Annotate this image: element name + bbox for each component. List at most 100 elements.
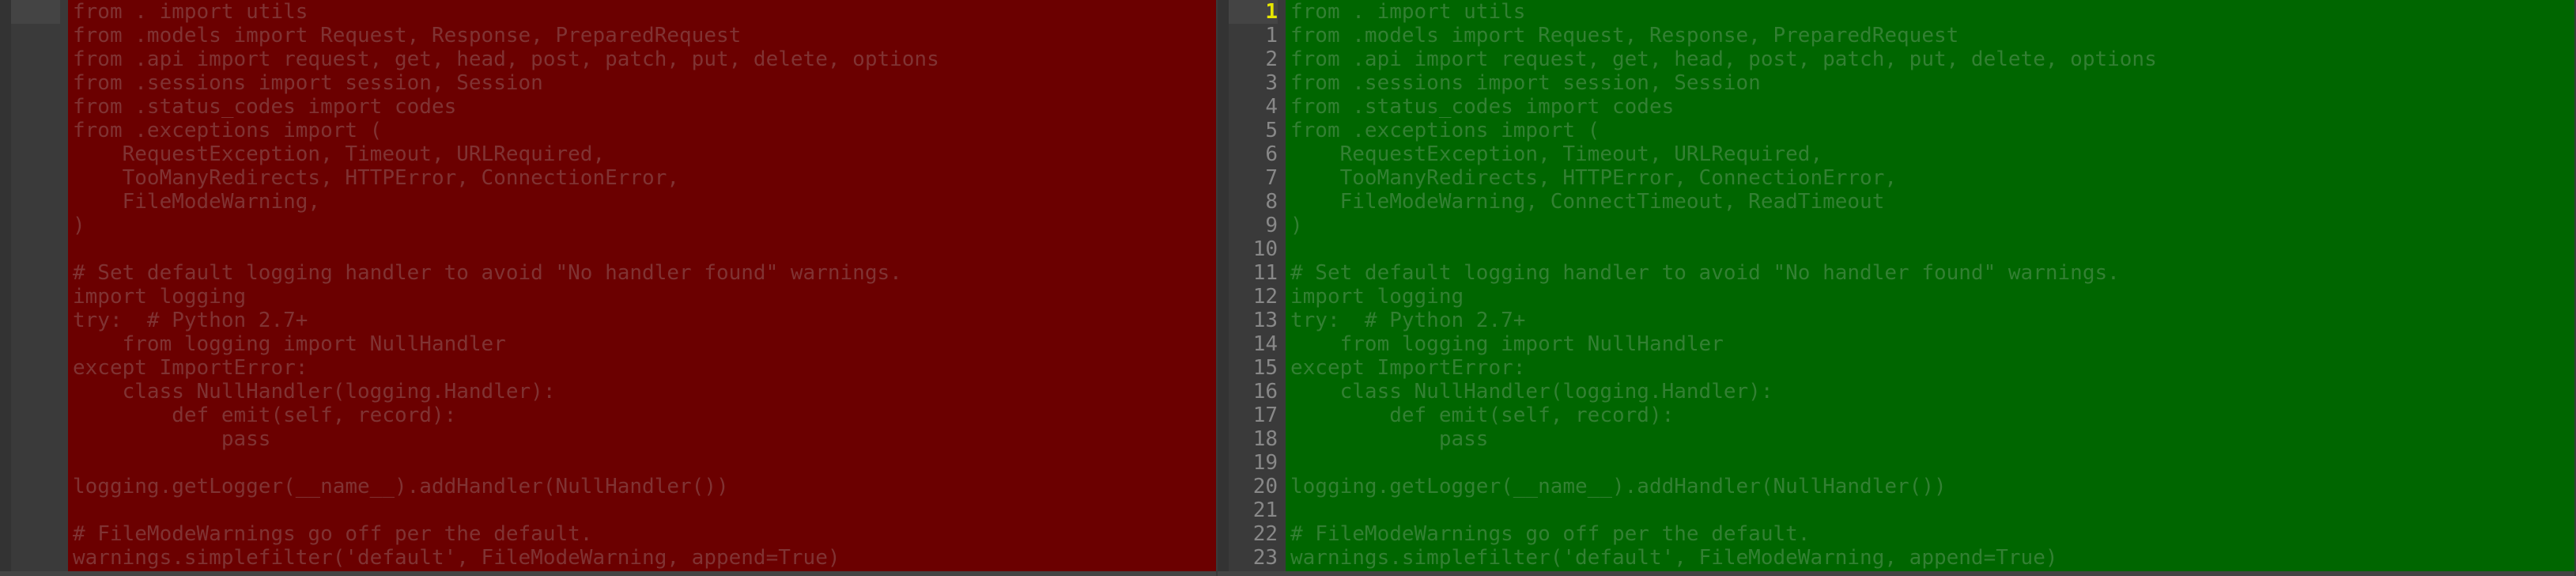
line-number: 12 (1229, 285, 1278, 309)
code-line: ) (1290, 214, 2574, 237)
gutter-left (11, 0, 68, 576)
line-number (11, 214, 60, 237)
scrollbar-right[interactable] (1218, 571, 2574, 576)
code-line: def emit(self, record): (73, 404, 1216, 427)
code-line: import logging (73, 285, 1216, 309)
code-line: # FileModeWarnings go off per the defaul… (1290, 522, 2574, 546)
line-number: 15 (1229, 356, 1278, 380)
line-number (11, 166, 60, 190)
code-line (1290, 451, 2574, 475)
code-line: from .api import request, get, head, pos… (73, 47, 1216, 71)
line-number (11, 190, 60, 214)
line-number: 11 (1229, 261, 1278, 285)
line-number (11, 237, 60, 261)
line-number (11, 47, 60, 71)
code-line: TooManyRedirects, HTTPError, ConnectionE… (1290, 166, 2574, 190)
line-number (11, 0, 60, 24)
code-line: from .sessions import session, Session (73, 71, 1216, 95)
line-number: 1 (1229, 24, 1278, 47)
line-number: 23 (1229, 546, 1278, 570)
line-number (11, 475, 60, 498)
line-number: 7 (1229, 166, 1278, 190)
line-number (11, 24, 60, 47)
code-line: from .models import Request, Response, P… (73, 24, 1216, 47)
code-line: RequestException, Timeout, URLRequired, (1290, 142, 2574, 166)
code-line: except ImportError: (1290, 356, 2574, 380)
left-pane[interactable]: from . import utilsfrom .models import R… (0, 0, 1218, 576)
line-number: 14 (1229, 332, 1278, 356)
scrollbar-left[interactable] (0, 571, 1216, 576)
line-number (11, 498, 60, 522)
code-line: from . import utils (1290, 0, 2574, 24)
code-line: from .models import Request, Response, P… (1290, 24, 2574, 47)
code-line: from logging import NullHandler (73, 332, 1216, 356)
code-line (1290, 498, 2574, 522)
code-line: TooManyRedirects, HTTPError, ConnectionE… (73, 166, 1216, 190)
line-number: 6 (1229, 142, 1278, 166)
code-line: try: # Python 2.7+ (73, 309, 1216, 332)
code-line: # Set default logging handler to avoid "… (73, 261, 1216, 285)
code-line: RequestException, Timeout, URLRequired, (73, 142, 1216, 166)
code-line: def emit(self, record): (1290, 404, 2574, 427)
code-line: try: # Python 2.7+ (1290, 309, 2574, 332)
line-number (11, 427, 60, 451)
line-number (11, 285, 60, 309)
gutter-right: 11234567891011121314151617181920212223 (1229, 0, 1286, 576)
line-number: 20 (1229, 475, 1278, 498)
code-right[interactable]: from . import utilsfrom .models import R… (1286, 0, 2574, 576)
line-number: 10 (1229, 237, 1278, 261)
line-number (11, 522, 60, 546)
line-number: 4 (1229, 95, 1278, 119)
code-line: warnings.simplefilter('default', FileMod… (73, 546, 1216, 570)
line-number: 22 (1229, 522, 1278, 546)
right-pane[interactable]: 11234567891011121314151617181920212223 f… (1218, 0, 2576, 576)
line-number: 1 (1229, 0, 1278, 24)
code-line: pass (73, 427, 1216, 451)
code-line: # FileModeWarnings go off per the defaul… (73, 522, 1216, 546)
line-number: 2 (1229, 47, 1278, 71)
code-line: FileModeWarning, (73, 190, 1216, 214)
code-line: warnings.simplefilter('default', FileMod… (1290, 546, 2574, 570)
code-line: class NullHandler(logging.Handler): (1290, 380, 2574, 404)
fold-column-left (0, 0, 11, 576)
line-number: 5 (1229, 119, 1278, 142)
fold-column-right (1218, 0, 1229, 576)
line-number (11, 380, 60, 404)
line-number: 9 (1229, 214, 1278, 237)
code-line (1290, 237, 2574, 261)
code-line: ) (73, 214, 1216, 237)
line-number (11, 309, 60, 332)
line-number (11, 404, 60, 427)
line-number: 16 (1229, 380, 1278, 404)
code-line: logging.getLogger(__name__).addHandler(N… (1290, 475, 2574, 498)
line-number (11, 71, 60, 95)
code-line: from .api import request, get, head, pos… (1290, 47, 2574, 71)
line-number (11, 261, 60, 285)
line-number (11, 119, 60, 142)
code-line: from .exceptions import ( (73, 119, 1216, 142)
line-number (11, 142, 60, 166)
code-line: except ImportError: (73, 356, 1216, 380)
diff-panes: from . import utilsfrom .models import R… (0, 0, 2576, 576)
line-number: 8 (1229, 190, 1278, 214)
code-line (73, 451, 1216, 475)
line-number: 3 (1229, 71, 1278, 95)
code-line: from . import utils (73, 0, 1216, 24)
line-number: 17 (1229, 404, 1278, 427)
line-number: 13 (1229, 309, 1278, 332)
code-line: import logging (1290, 285, 2574, 309)
line-number (11, 356, 60, 380)
code-line: from .status_codes import codes (1290, 95, 2574, 119)
code-left[interactable]: from . import utilsfrom .models import R… (68, 0, 1216, 576)
code-line: from .sessions import session, Session (1290, 71, 2574, 95)
line-number (11, 546, 60, 570)
code-line: # Set default logging handler to avoid "… (1290, 261, 2574, 285)
line-number (11, 332, 60, 356)
code-line (73, 237, 1216, 261)
code-line: FileModeWarning, ConnectTimeout, ReadTim… (1290, 190, 2574, 214)
code-line: from .exceptions import ( (1290, 119, 2574, 142)
code-line (73, 498, 1216, 522)
code-line: from logging import NullHandler (1290, 332, 2574, 356)
code-line: class NullHandler(logging.Handler): (73, 380, 1216, 404)
line-number (11, 95, 60, 119)
